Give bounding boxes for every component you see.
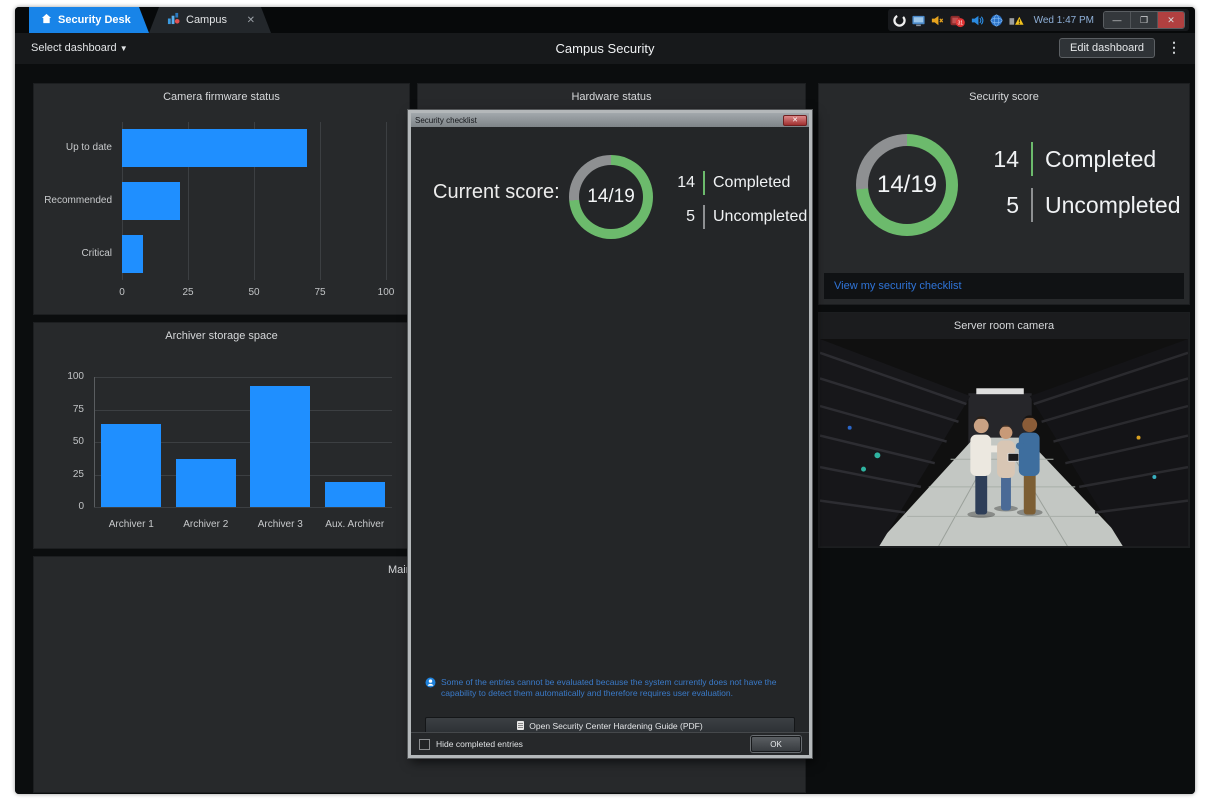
dialog-titlebar[interactable]: Security checklist ✕ <box>411 113 809 127</box>
x-tick-label: 0 <box>107 287 137 298</box>
tab-label: Campus <box>186 14 227 26</box>
uncompleted-stat: 5 Uncompleted <box>987 188 1181 222</box>
security-checklist-dialog: Security checklist ✕ Current score: 14/1… <box>408 110 812 758</box>
view-security-checklist-link[interactable]: View my security checklist <box>834 280 962 292</box>
current-score-label: Current score: <box>433 181 560 204</box>
network-globe-icon[interactable] <box>989 13 1004 28</box>
dashboard: Camera firmware status 0 25 50 75 100 Up to d… <box>15 64 1195 794</box>
more-options-icon[interactable]: ⋮ <box>1167 39 1181 56</box>
gridline <box>94 507 392 508</box>
category-label: Aux. Archiver <box>318 519 393 530</box>
clock: Wed 1:47 PM <box>1034 15 1094 26</box>
widget-camera-firmware-status: Camera firmware status 0 25 50 75 100 Up to d… <box>33 83 410 315</box>
dialog-title: Security checklist <box>415 116 477 125</box>
bar-aux-archiver <box>325 482 385 507</box>
close-tab-icon[interactable]: ✕ <box>247 15 255 26</box>
document-icon <box>517 721 524 730</box>
warning-icon[interactable] <box>1008 13 1025 28</box>
widget-title: Security score <box>819 91 1189 103</box>
widget-title: Archiver storage space <box>34 330 409 342</box>
hide-completed-label: Hide completed entries <box>436 739 523 749</box>
dashboard-icon <box>167 12 180 28</box>
speaker-muted-icon[interactable] <box>930 13 945 28</box>
tab-bar: Security Desk Campus ✕ 31 Wed 1:47 PM — … <box>15 7 1195 33</box>
window-controls: — ❐ ✕ <box>1103 11 1185 29</box>
camera-feed <box>820 339 1188 546</box>
camera-firmware-chart: 0 25 50 75 100 Up to date Recommended Critical <box>34 84 409 314</box>
genetec-logo-icon[interactable] <box>892 13 907 28</box>
tab-campus[interactable]: Campus ✕ <box>149 7 271 33</box>
tab-label: Security Desk <box>58 14 131 26</box>
category-label: Archiver 2 <box>169 519 244 530</box>
category-label: Recommended <box>34 195 112 206</box>
display-icon[interactable] <box>911 13 926 28</box>
dialog-body: Current score: 14/19 14 Completed 5 Unco… <box>411 127 809 755</box>
gridline <box>386 122 387 280</box>
ok-button[interactable]: OK <box>751 736 801 752</box>
bar-archiver-2 <box>176 459 236 507</box>
home-icon <box>41 13 52 27</box>
category-label: Critical <box>34 248 112 259</box>
score-link-bar: View my security checklist <box>824 273 1184 299</box>
evaluation-footnote: Some of the entries cannot be evaluated … <box>425 677 797 698</box>
gridline <box>94 410 392 411</box>
alert-badge-icon[interactable]: 31 <box>949 13 966 28</box>
speaker-icon[interactable] <box>970 13 985 28</box>
widget-title: Hardware status <box>418 91 805 103</box>
category-label: Archiver 1 <box>94 519 169 530</box>
tab-security-desk[interactable]: Security Desk <box>29 7 149 33</box>
y-tick-label: 50 <box>52 436 84 447</box>
y-axis <box>94 377 95 507</box>
toolbar: Select dashboard ▼ Campus Security Edit … <box>15 33 1195 65</box>
bar-archiver-1 <box>101 424 161 507</box>
y-tick-label: 25 <box>52 469 84 480</box>
widget-security-score: Security score 14/19 14 Completed 5 Unco… <box>818 83 1190 305</box>
uncompleted-stat: 5 Uncompleted <box>673 205 807 229</box>
gridline <box>320 122 321 280</box>
server-room-scene <box>820 339 1188 546</box>
bar-critical <box>122 235 143 273</box>
x-tick-label: 75 <box>305 287 335 298</box>
minimize-button[interactable]: — <box>1104 12 1131 28</box>
dialog-close-icon[interactable]: ✕ <box>783 115 807 126</box>
checklist-score-donut: 14/19 <box>569 155 653 239</box>
security-score-donut: 14/19 <box>856 134 958 236</box>
archiver-storage-chart: 0 25 50 75 100 Archiver 1Archiver 2Archiver 3… <box>34 323 409 548</box>
dialog-footer: Hide completed entries OK <box>411 732 809 755</box>
page-title: Campus Security <box>15 41 1195 56</box>
sensor-tiles <box>818 555 1190 793</box>
x-tick-label: 100 <box>371 287 401 298</box>
y-tick-label: 75 <box>52 404 84 415</box>
category-label: Archiver 3 <box>243 519 318 530</box>
widget-server-room-camera: Server room camera <box>818 312 1190 548</box>
bar-archiver-3 <box>250 386 310 507</box>
hide-completed-checkbox[interactable] <box>419 739 430 750</box>
system-tray: 31 Wed 1:47 PM — ❐ ✕ <box>888 9 1189 31</box>
widget-title: Camera firmware status <box>34 91 409 103</box>
x-tick-label: 25 <box>173 287 203 298</box>
gridline <box>94 377 392 378</box>
completed-stat: 14 Completed <box>987 142 1156 176</box>
widget-title: Server room camera <box>819 320 1189 332</box>
bar-recommended <box>122 182 180 220</box>
bar-up-to-date <box>122 129 307 167</box>
app-window: Security Desk Campus ✕ 31 Wed 1:47 PM — … <box>15 7 1195 794</box>
close-button[interactable]: ✕ <box>1158 12 1184 28</box>
svg-text:31: 31 <box>957 20 963 26</box>
y-tick-label: 100 <box>52 371 84 382</box>
tray-icons[interactable]: 31 <box>892 13 1025 28</box>
completed-stat: 14 Completed <box>673 171 790 195</box>
y-tick-label: 0 <box>52 501 84 512</box>
category-label: Up to date <box>34 142 112 153</box>
score-text: 14/19 <box>587 186 635 208</box>
restore-button[interactable]: ❐ <box>1131 12 1158 28</box>
x-tick-label: 50 <box>239 287 269 298</box>
widget-archiver-storage: Archiver storage space 0 25 50 75 100 Archive… <box>33 322 410 549</box>
score-text: 14/19 <box>877 171 937 199</box>
user-evaluation-icon <box>425 677 436 698</box>
edit-dashboard-button[interactable]: Edit dashboard <box>1059 38 1155 58</box>
